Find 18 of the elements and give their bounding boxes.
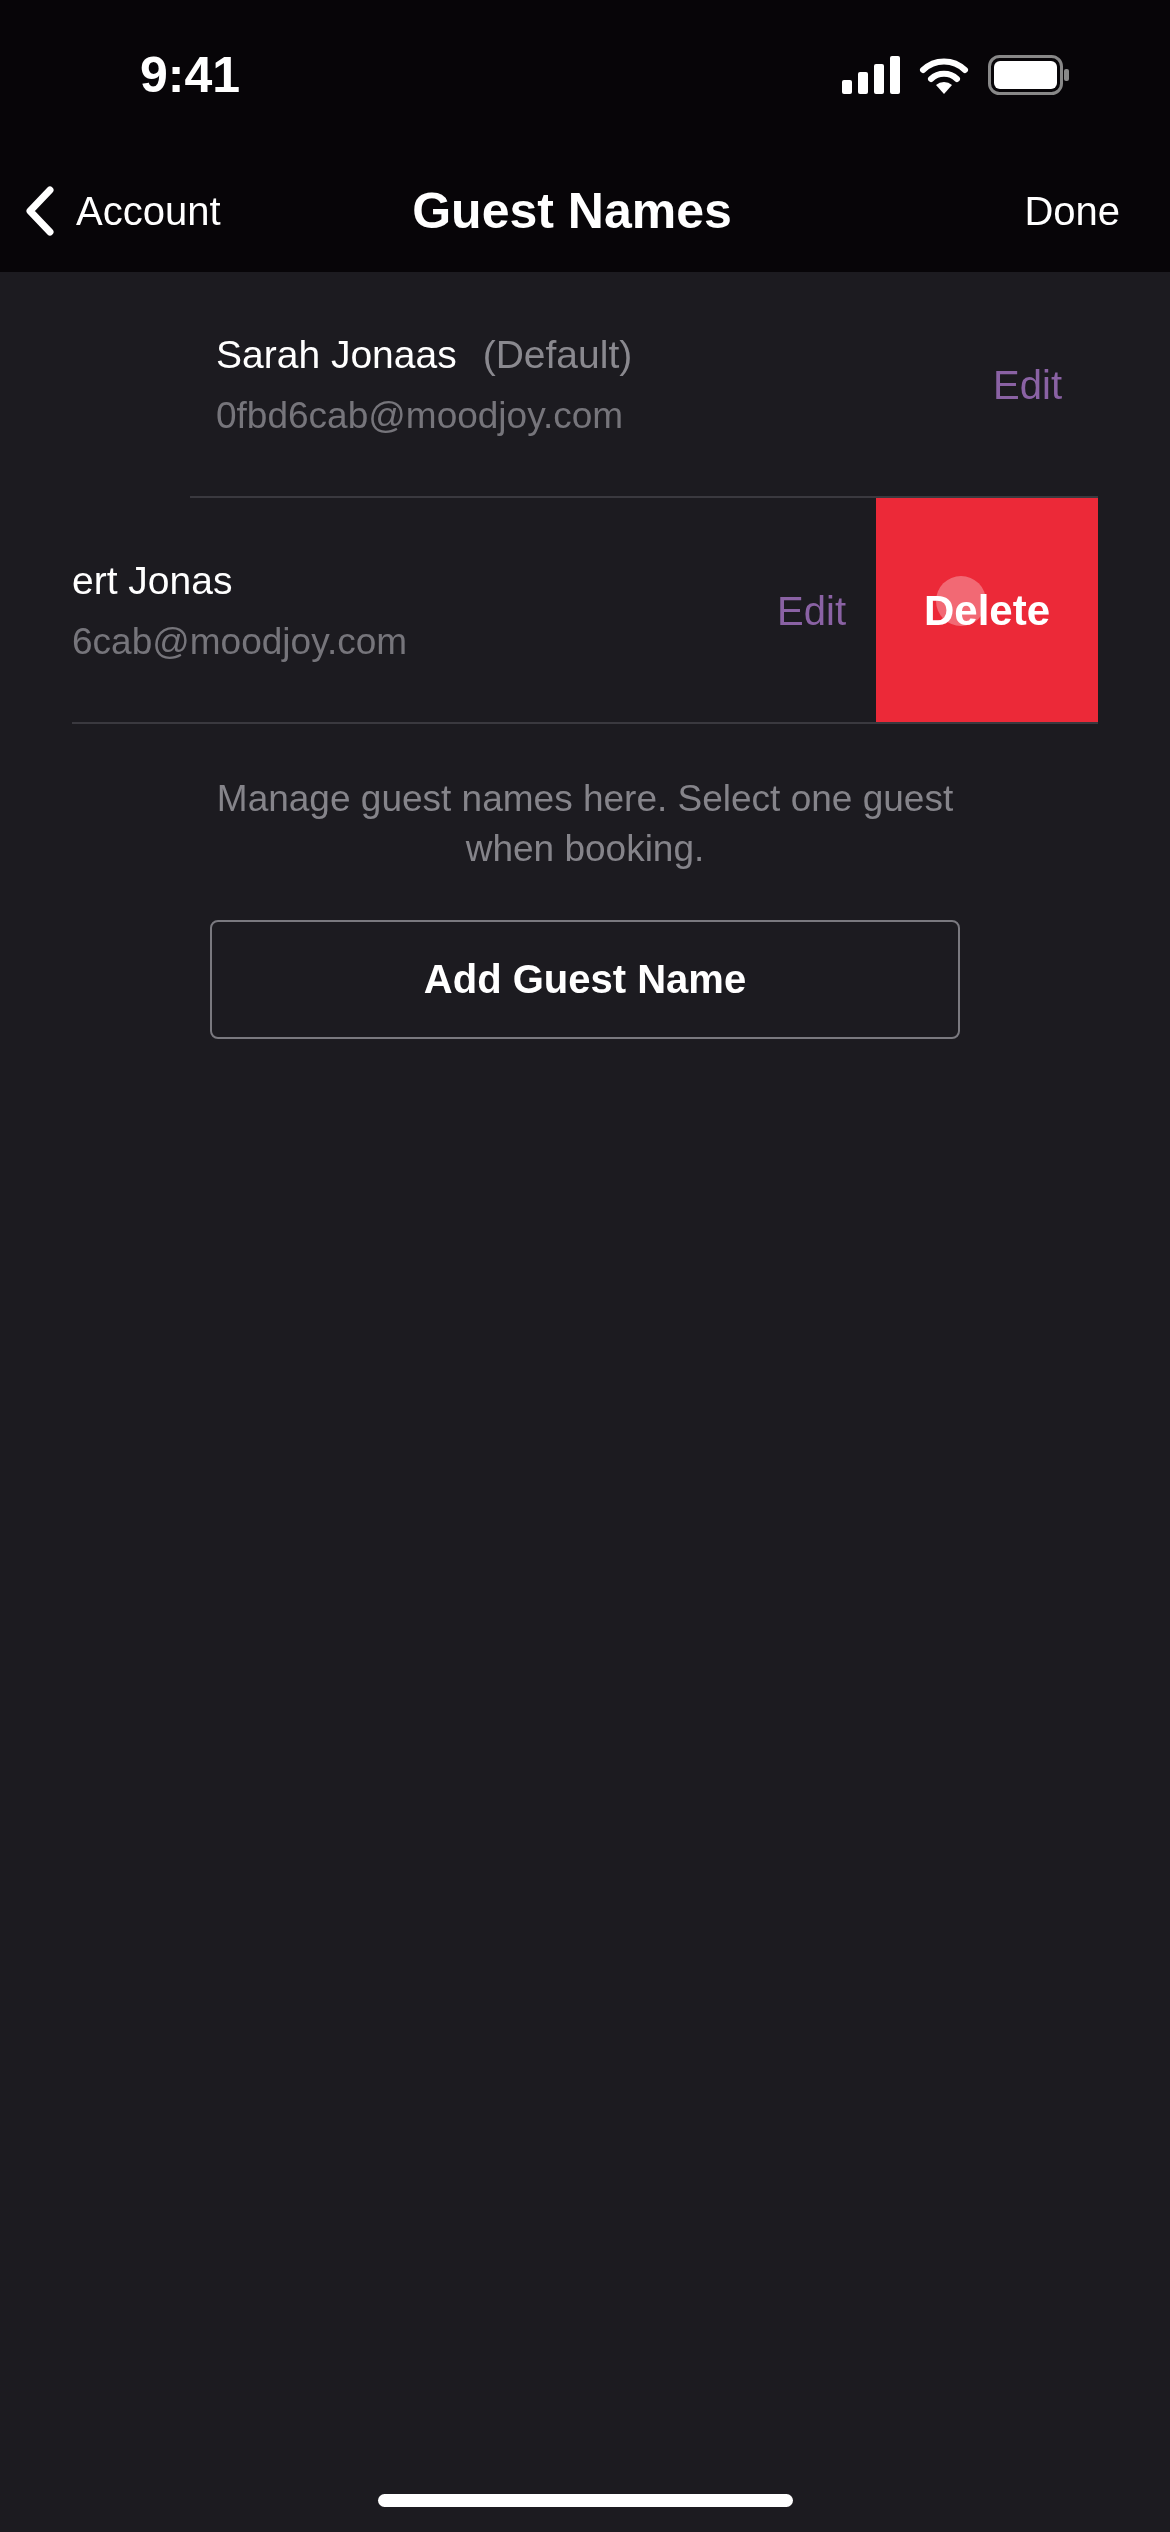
edit-link[interactable]: Edit bbox=[993, 362, 1062, 408]
default-label: (Default) bbox=[482, 333, 633, 377]
guest-email: 6cab@moodjoy.com bbox=[72, 621, 409, 663]
hint-text: Manage guest names here. Select one guest when booking. bbox=[215, 777, 955, 871]
done-button[interactable]: Done bbox=[1024, 188, 1120, 234]
wifi-icon bbox=[918, 56, 970, 94]
add-guest-button[interactable]: Add Guest Name bbox=[210, 920, 960, 1039]
delete-button[interactable]: Delete bbox=[876, 498, 1098, 724]
edit-link[interactable]: Edit bbox=[777, 588, 846, 634]
back-button[interactable]: Account bbox=[24, 186, 221, 236]
battery-icon bbox=[988, 55, 1070, 95]
chevron-left-icon bbox=[24, 186, 54, 236]
guest-name: Sarah Jonaas bbox=[216, 333, 457, 377]
status-time: 9:41 bbox=[140, 46, 241, 104]
signal-icon bbox=[842, 56, 900, 94]
screen-title: Guest Names bbox=[412, 182, 732, 240]
guest-name: ert Jonas bbox=[72, 559, 233, 603]
guest-email: 0fbd6cab@moodjoy.com bbox=[216, 395, 625, 437]
